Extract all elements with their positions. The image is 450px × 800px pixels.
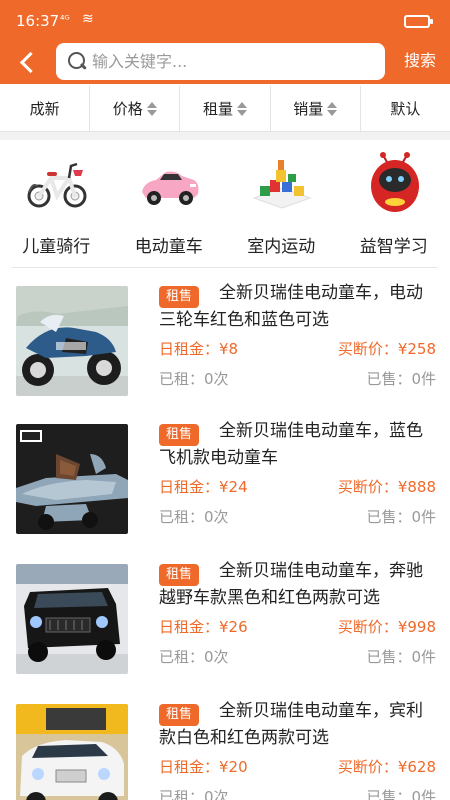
signal-icon: ⁴ᴳ (60, 13, 70, 26)
category-indoor-sports[interactable]: 室内运动 (225, 140, 338, 266)
sort-rentals[interactable]: 租量 (180, 86, 271, 131)
product-image (16, 424, 128, 534)
category-row: 儿童骑行 电动童车 室内运动 益智学习 (0, 140, 450, 266)
daily-rent-price: 日租金：¥20 (159, 758, 248, 776)
category-label: 电动童车 (134, 237, 203, 257)
blocks-icon (252, 160, 312, 209)
sort-default[interactable]: 默认 (361, 86, 450, 131)
product-image (16, 564, 128, 674)
back-button[interactable] (12, 46, 44, 78)
product-title: 全新贝瑞佳电动童车，宾利款白色和红色两款可选 (159, 701, 423, 748)
product-title: 全新贝瑞佳电动童车，电动三轮车红色和蓝色可选 (159, 283, 423, 330)
status-bar: 16:37 ⁴ᴳ ≋ (0, 0, 450, 40)
sold-count: 已售：0件 (366, 788, 436, 800)
sold-count: 已售：0件 (366, 370, 436, 388)
product-item[interactable]: 全新贝瑞佳电动童车，奔驰越野车款黑色和红色两款可选 租售 日租金：¥26 买断价… (0, 548, 450, 688)
rent-sale-badge: 租售 (159, 424, 200, 446)
sort-label: 价格 (112, 100, 143, 118)
sort-sales[interactable]: 销量 (271, 86, 361, 131)
sort-label: 销量 (293, 100, 324, 118)
search-input[interactable] (92, 49, 372, 74)
robot-icon (370, 152, 419, 212)
sort-label: 默认 (390, 100, 421, 118)
daily-rent-price: 日租金：¥24 (159, 478, 248, 496)
sort-label: 成新 (29, 100, 60, 118)
product-item[interactable]: 全新贝瑞佳电动童车，宾利款白色和红色两款可选 租售 日租金：¥20 买断价：¥6… (0, 688, 450, 800)
category-label: 儿童骑行 (22, 237, 91, 257)
sort-arrows-icon (327, 101, 338, 116)
category-educational[interactable]: 益智学习 (338, 140, 450, 266)
search-box[interactable] (56, 43, 385, 80)
buyout-price: 买断价：¥998 (337, 618, 436, 636)
sort-arrows-icon (146, 101, 157, 116)
product-item[interactable]: 全新贝瑞佳电动童车，蓝色飞机款电动童车 租售 日租金：¥24 买断价：¥888 … (0, 408, 450, 548)
search-icon (68, 52, 86, 70)
rent-sale-badge: 租售 (159, 564, 200, 586)
rented-count: 已租：0次 (159, 370, 229, 388)
sort-arrows-icon (237, 101, 248, 116)
app-header: 16:37 ⁴ᴳ ≋ 搜索 (0, 0, 450, 84)
product-image (16, 704, 128, 800)
category-electric-car[interactable]: 电动童车 (113, 140, 226, 266)
sort-condition[interactable]: 成新 (0, 86, 91, 131)
sold-count: 已售：0件 (366, 648, 436, 666)
rent-sale-badge: 租售 (159, 286, 200, 308)
battery-icon (404, 15, 433, 28)
product-item[interactable]: 全新贝瑞佳电动童车，电动三轮车红色和蓝色可选 租售 日租金：¥8 买断价：¥25… (0, 270, 450, 410)
wifi-icon: ≋ (82, 11, 94, 27)
rent-sale-badge: 租售 (159, 704, 200, 726)
buyout-price: 买断价：¥888 (337, 478, 436, 496)
sold-count: 已售：0件 (366, 508, 436, 526)
sort-label: 租量 (203, 100, 234, 118)
toy-car-icon (141, 171, 198, 205)
divider (12, 267, 438, 268)
buyout-price: 买断价：¥628 (337, 758, 436, 776)
product-title: 全新贝瑞佳电动童车，蓝色飞机款电动童车 (159, 421, 423, 468)
category-label: 益智学习 (359, 237, 428, 257)
sort-price[interactable]: 价格 (90, 86, 181, 131)
product-image (16, 286, 128, 396)
rented-count: 已租：0次 (159, 648, 229, 666)
buyout-price: 买断价：¥258 (337, 340, 436, 358)
daily-rent-price: 日租金：¥26 (159, 618, 248, 636)
search-button[interactable]: 搜索 (398, 47, 442, 75)
rented-count: 已租：0次 (159, 508, 229, 526)
product-title: 全新贝瑞佳电动童车，奔驰越野车款黑色和红色两款可选 (159, 561, 423, 608)
bicycle-icon (27, 162, 87, 208)
status-time: 16:37 (16, 12, 60, 30)
category-kids-riding[interactable]: 儿童骑行 (0, 140, 113, 266)
sort-bar: 成新 价格 租量 销量 默认 (0, 86, 450, 132)
section-gap (0, 132, 450, 140)
category-label: 室内运动 (247, 237, 316, 257)
daily-rent-price: 日租金：¥8 (159, 340, 239, 358)
rented-count: 已租：0次 (159, 788, 229, 800)
